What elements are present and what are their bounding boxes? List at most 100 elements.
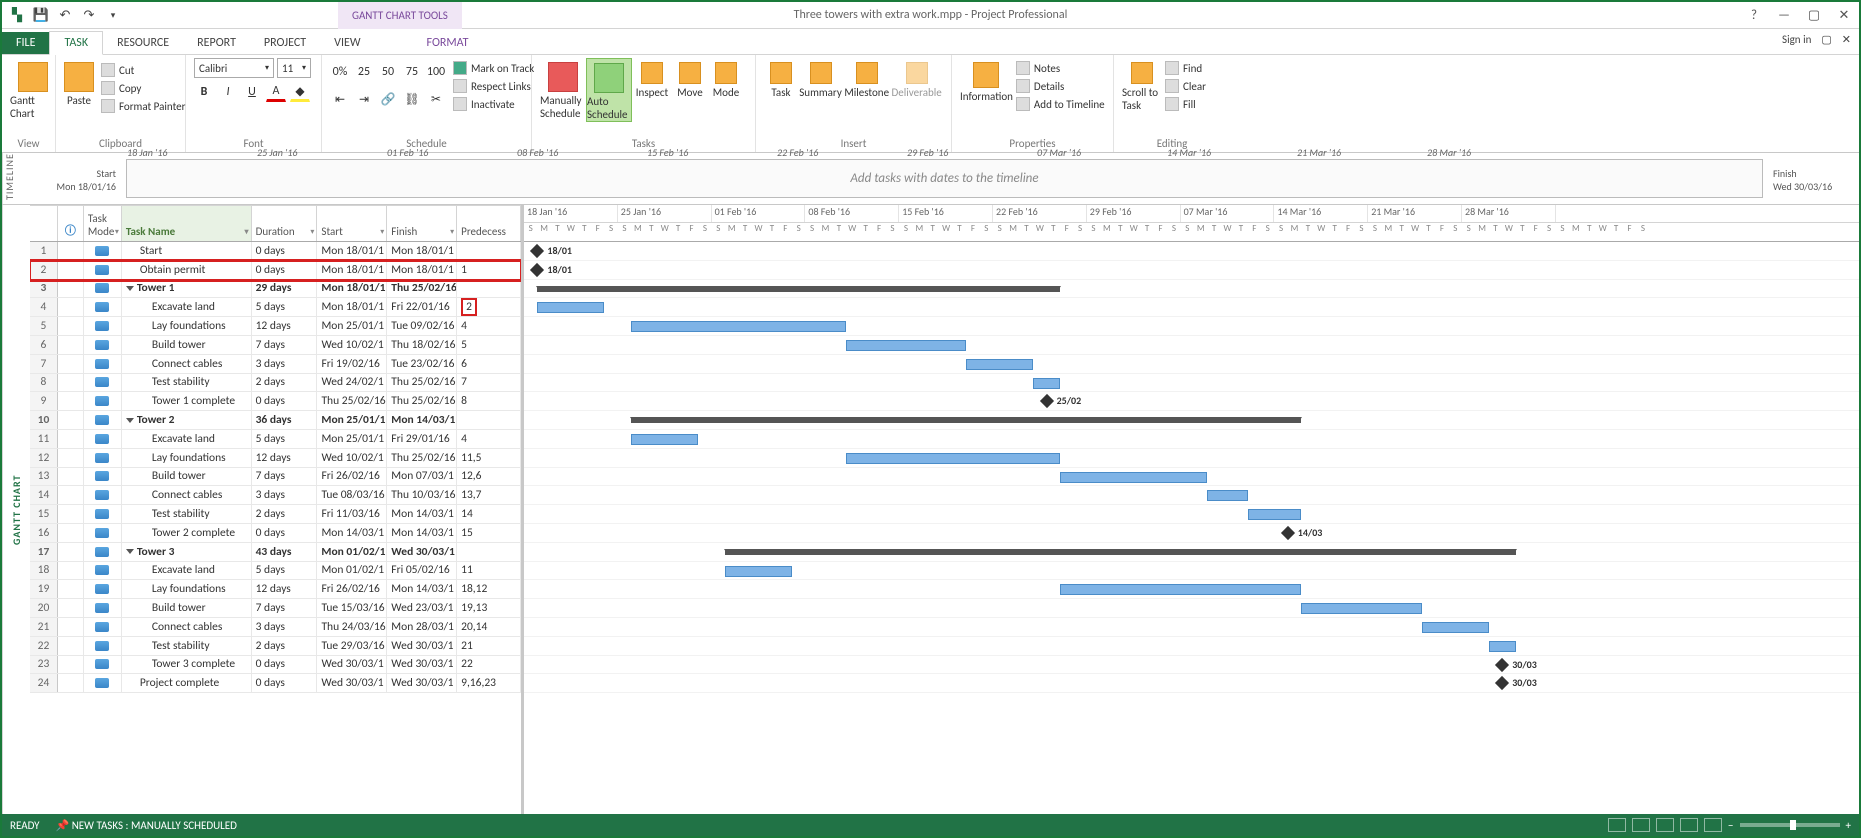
gantt-task-bar[interactable]: [1489, 641, 1516, 652]
unlink-button[interactable]: ⛓: [402, 89, 422, 109]
gantt-task-bar[interactable]: [725, 566, 792, 577]
task-insert-button[interactable]: Task: [764, 58, 798, 99]
table-row[interactable]: 3Tower 129 daysMon 18/01/1Thu 25/02/16: [30, 280, 521, 299]
split-button[interactable]: ✂: [426, 89, 446, 109]
zoom-slider[interactable]: [1740, 823, 1840, 827]
close-doc-icon[interactable]: ✕: [1842, 33, 1851, 46]
gantt-task-bar[interactable]: [846, 453, 1060, 464]
tab-resource[interactable]: RESOURCE: [103, 32, 183, 54]
zoom-out-icon[interactable]: −: [1728, 819, 1733, 832]
help-icon[interactable]: ?: [1743, 6, 1765, 24]
gantt-milestone[interactable]: [1495, 657, 1509, 671]
col-finish[interactable]: Finish▾: [387, 205, 457, 241]
save-icon[interactable]: 💾: [32, 6, 50, 24]
manually-schedule-button[interactable]: Manually Schedule: [540, 58, 586, 122]
gantt-task-bar[interactable]: [537, 302, 604, 313]
pct50-button[interactable]: 50: [378, 62, 398, 82]
zoom-in-icon[interactable]: +: [1846, 819, 1851, 832]
tab-format[interactable]: FORMAT: [413, 32, 483, 54]
gantt-chart[interactable]: 18 Jan '1625 Jan '1601 Feb '1608 Feb '16…: [524, 205, 1859, 814]
col-duration[interactable]: Duration▾: [252, 205, 318, 241]
underline-button[interactable]: U: [242, 82, 262, 102]
inspect-button[interactable]: Inspect: [632, 58, 672, 122]
paste-button[interactable]: Paste: [64, 58, 94, 114]
table-row[interactable]: 9Tower 1 complete0 daysThu 25/02/16Thu 2…: [30, 392, 521, 411]
table-row[interactable]: 15Test stability2 daysFri 11/03/16Mon 14…: [30, 505, 521, 524]
gantt-task-bar[interactable]: [1060, 584, 1301, 595]
view-report-icon[interactable]: [1704, 818, 1722, 832]
maximize-icon[interactable]: ▢: [1803, 6, 1825, 24]
col-name[interactable]: Task Name▾: [122, 205, 252, 241]
minimize-icon[interactable]: —: [1773, 6, 1795, 24]
col-predecessors[interactable]: Predecess: [457, 205, 521, 241]
indent-button[interactable]: ⇥: [354, 89, 374, 109]
font-name-select[interactable]: Calibri▾: [194, 58, 274, 78]
table-row[interactable]: 17Tower 343 daysMon 01/02/1Wed 30/03/1: [30, 543, 521, 562]
gantt-chart-button[interactable]: Gantt Chart: [10, 58, 56, 120]
fill-button[interactable]: Fill: [1162, 96, 1209, 112]
mode-button[interactable]: Mode: [708, 58, 744, 122]
gantt-task-bar[interactable]: [1248, 509, 1302, 520]
tab-view[interactable]: VIEW: [320, 32, 374, 54]
view-usage-icon[interactable]: [1632, 818, 1650, 832]
table-row[interactable]: 2Obtain permit0 daysMon 18/01/1Mon 18/01…: [30, 261, 521, 280]
pct100-button[interactable]: 100: [426, 62, 446, 82]
outdent-button[interactable]: ⇤: [330, 89, 350, 109]
respect-links-button[interactable]: Respect Links: [450, 78, 537, 94]
timeline-body[interactable]: 18 Jan '1625 Jan '1601 Feb '1608 Feb '16…: [126, 159, 1763, 198]
qat-dropdown-icon[interactable]: ▾: [104, 6, 122, 24]
gantt-milestone[interactable]: [530, 244, 544, 258]
link-button[interactable]: 🔗: [378, 89, 398, 109]
deliverable-button[interactable]: Deliverable: [890, 58, 943, 99]
table-row[interactable]: 10Tower 236 daysMon 25/01/1Mon 14/03/1: [30, 411, 521, 430]
redo-icon[interactable]: ↷: [80, 6, 98, 24]
fill-color-button[interactable]: ◆: [290, 82, 310, 102]
italic-button[interactable]: I: [218, 82, 238, 102]
bold-button[interactable]: B: [194, 82, 214, 102]
table-row[interactable]: 5Lay foundations12 daysMon 25/01/1Tue 09…: [30, 317, 521, 336]
move-button[interactable]: Move: [672, 58, 708, 122]
undo-icon[interactable]: ↶: [56, 6, 74, 24]
table-row[interactable]: 14Connect cables3 daysTue 08/03/16Thu 10…: [30, 486, 521, 505]
table-row[interactable]: 12Lay foundations12 daysWed 10/02/1Thu 2…: [30, 449, 521, 468]
table-row[interactable]: 23Tower 3 complete0 daysWed 30/03/1Wed 3…: [30, 656, 521, 675]
gantt-milestone[interactable]: [1040, 394, 1054, 408]
tab-file[interactable]: FILE: [2, 32, 49, 54]
gantt-milestone[interactable]: [1495, 676, 1509, 690]
font-size-select[interactable]: 11▾: [277, 58, 311, 78]
tab-project[interactable]: PROJECT: [250, 32, 320, 54]
auto-schedule-button[interactable]: Auto Schedule: [586, 58, 632, 122]
table-row[interactable]: 22Test stability2 daysTue 29/03/16Wed 30…: [30, 637, 521, 656]
col-mode[interactable]: Task Mode▾: [84, 205, 122, 241]
pct75-button[interactable]: 75: [402, 62, 422, 82]
gantt-task-bar[interactable]: [846, 340, 967, 351]
table-row[interactable]: 4Excavate land5 daysMon 18/01/1Fri 22/01…: [30, 298, 521, 317]
table-row[interactable]: 21Connect cables3 daysThu 24/03/16Mon 28…: [30, 618, 521, 637]
details-button[interactable]: Details: [1013, 78, 1108, 94]
format-painter-button[interactable]: Format Painter: [98, 98, 188, 114]
col-rownum[interactable]: [30, 205, 58, 241]
clear-button[interactable]: Clear: [1162, 78, 1209, 94]
gantt-task-bar[interactable]: [1033, 378, 1060, 389]
table-row[interactable]: 19Lay foundations12 daysFri 26/02/16Mon …: [30, 580, 521, 599]
table-row[interactable]: 7Connect cables3 daysFri 19/02/16Tue 23/…: [30, 355, 521, 374]
status-newtasks[interactable]: 📌 NEW TASKS : MANUALLY SCHEDULED: [56, 819, 237, 832]
col-start[interactable]: Start▾: [317, 205, 387, 241]
pct25-button[interactable]: 25: [354, 62, 374, 82]
view-gantt-icon[interactable]: [1608, 818, 1626, 832]
close-icon[interactable]: ✕: [1833, 6, 1855, 24]
ribbon-options-icon[interactable]: ▢: [1821, 33, 1831, 46]
find-button[interactable]: Find: [1162, 60, 1209, 76]
tab-report[interactable]: REPORT: [183, 32, 250, 54]
table-row[interactable]: 6Build tower7 daysWed 10/02/1Thu 18/02/1…: [30, 336, 521, 355]
table-row[interactable]: 13Build tower7 daysFri 26/02/16Mon 07/03…: [30, 468, 521, 487]
table-row[interactable]: 24Project complete0 daysWed 30/03/1Wed 3…: [30, 674, 521, 693]
table-row[interactable]: 8Test stability2 daysWed 24/02/1Thu 25/0…: [30, 374, 521, 393]
table-row[interactable]: 16Tower 2 complete0 daysMon 14/03/1Mon 1…: [30, 524, 521, 543]
add-timeline-button[interactable]: Add to Timeline: [1013, 96, 1108, 112]
gantt-summary-bar[interactable]: [537, 286, 1060, 292]
tab-task[interactable]: TASK: [49, 31, 103, 55]
gantt-task-bar[interactable]: [1207, 490, 1247, 501]
gantt-task-bar[interactable]: [1060, 472, 1207, 483]
table-row[interactable]: 20Build tower7 daysTue 15/03/16Wed 23/03…: [30, 599, 521, 618]
